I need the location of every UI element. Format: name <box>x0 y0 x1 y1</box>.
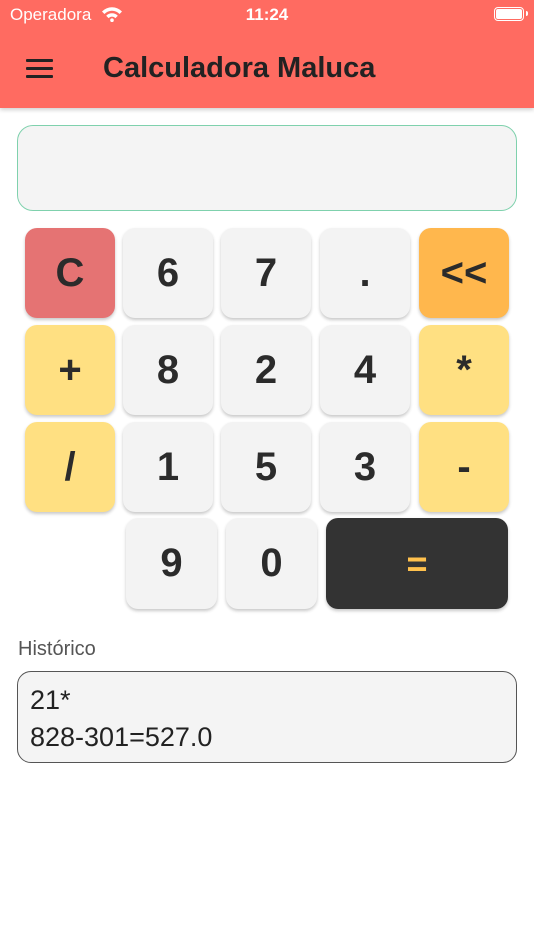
backspace-button[interactable]: << <box>419 228 509 318</box>
clear-button[interactable]: C <box>25 228 115 318</box>
minus-button[interactable]: - <box>419 422 509 512</box>
app-bar: Operadora 11:24 Calculadora Maluca <box>0 0 534 108</box>
digit-4-button[interactable]: 4 <box>320 325 410 415</box>
digit-6-button[interactable]: 6 <box>123 228 213 318</box>
status-bar: Operadora 11:24 <box>0 0 534 30</box>
plus-button[interactable]: + <box>25 325 115 415</box>
digit-8-button[interactable]: 8 <box>123 325 213 415</box>
digit-1-button[interactable]: 1 <box>123 422 213 512</box>
digit-0-button[interactable]: 0 <box>226 518 317 609</box>
digit-5-button[interactable]: 5 <box>221 422 311 512</box>
digit-2-button[interactable]: 2 <box>221 325 311 415</box>
history-label: Histórico <box>18 638 96 660</box>
equals-button[interactable]: = <box>326 518 508 609</box>
app-title: Calculadora Maluca <box>103 52 376 84</box>
history-entry: 828-301=527.0 <box>30 722 213 752</box>
calculator-display <box>17 125 517 211</box>
digit-3-button[interactable]: 3 <box>320 422 410 512</box>
history-entry: 21* <box>30 685 71 715</box>
status-time: 11:24 <box>245 5 289 24</box>
decimal-point-button[interactable]: . <box>320 228 410 318</box>
multiply-button[interactable]: * <box>419 325 509 415</box>
menu-icon[interactable] <box>26 59 54 79</box>
battery-icon <box>494 7 528 21</box>
history-box: 21* 828-301=527.0 <box>17 671 517 763</box>
digit-7-button[interactable]: 7 <box>221 228 311 318</box>
digit-9-button[interactable]: 9 <box>126 518 217 609</box>
divide-button[interactable]: / <box>25 422 115 512</box>
